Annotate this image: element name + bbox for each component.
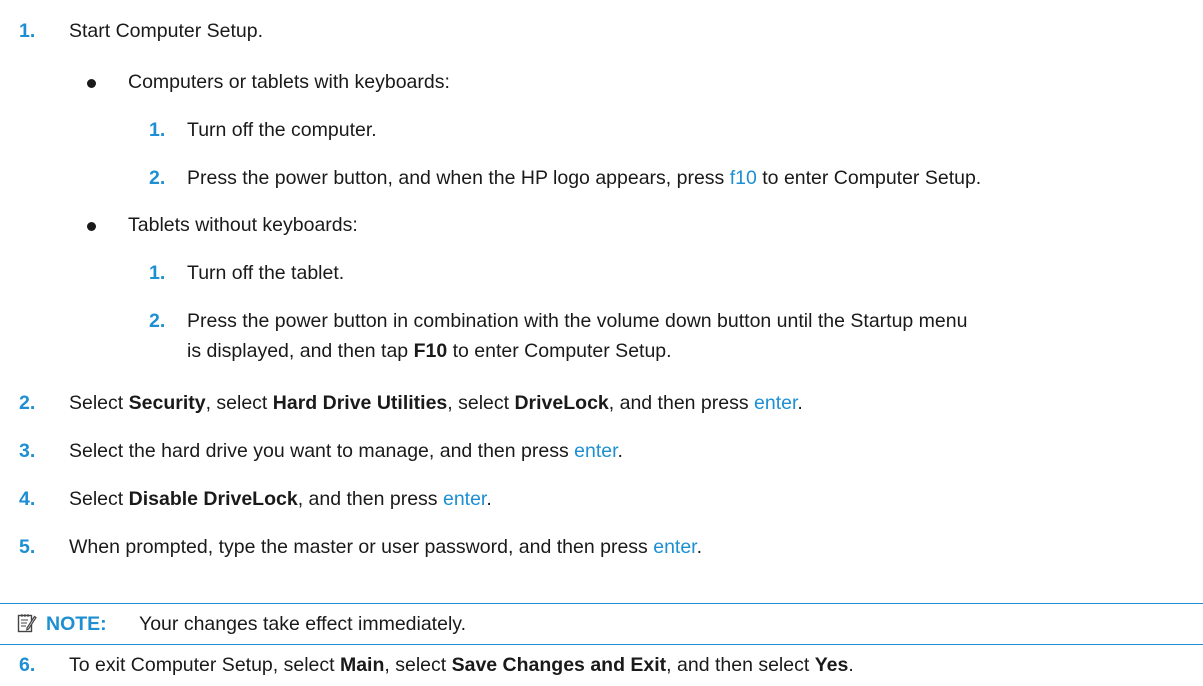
substep-text: Turn off the computer.	[187, 119, 377, 141]
step-number: 5.	[19, 536, 36, 558]
key-enter: enter	[653, 536, 697, 558]
note-text: Your changes take effect immediately.	[139, 613, 466, 635]
bullet-text: Tablets without keyboards:	[128, 214, 358, 236]
substep-number: 2.	[149, 310, 166, 332]
step-number: 2.	[19, 392, 36, 414]
step-number: 6.	[19, 654, 36, 676]
substep-number: 1.	[149, 262, 166, 284]
bullet-icon	[87, 79, 96, 88]
key-enter: enter	[442, 488, 487, 510]
substep-text: Press the power button, and when the HP …	[187, 167, 982, 189]
step-number: 3.	[19, 440, 36, 462]
key-f10: f10	[729, 167, 757, 189]
note-pencil-icon	[17, 614, 37, 633]
key-enter: enter	[574, 440, 618, 462]
note-box: NOTE: Your changes take effect immediate…	[0, 603, 1203, 645]
step-text: Select the hard drive you want to manage…	[69, 440, 623, 462]
substep-text: Turn off the tablet.	[187, 262, 345, 284]
note-label: NOTE:	[46, 613, 107, 635]
bullet-icon	[87, 222, 96, 231]
step-text: Select Security, select Hard Drive Utili…	[69, 392, 803, 414]
key-enter: enter	[754, 392, 798, 414]
step-text: Start Computer Setup.	[69, 20, 264, 42]
substep-number: 2.	[149, 167, 166, 189]
bullet-text: Computers or tablets with keyboards:	[128, 71, 450, 93]
step-number: 4.	[19, 488, 36, 510]
step-number: 1.	[19, 20, 36, 42]
key-f10-bold: F10	[413, 340, 448, 362]
step-text: Select Disable DriveLock, and then press…	[69, 488, 492, 510]
substep-number: 1.	[149, 119, 166, 141]
substep-text-line1: Press the power button in combination wi…	[187, 310, 968, 332]
step-text: When prompted, type the master or user p…	[69, 536, 703, 558]
substep-text-line2: is displayed, and then tap F10 to enter …	[187, 340, 672, 362]
step-text: To exit Computer Setup, select Main, sel…	[69, 654, 854, 676]
